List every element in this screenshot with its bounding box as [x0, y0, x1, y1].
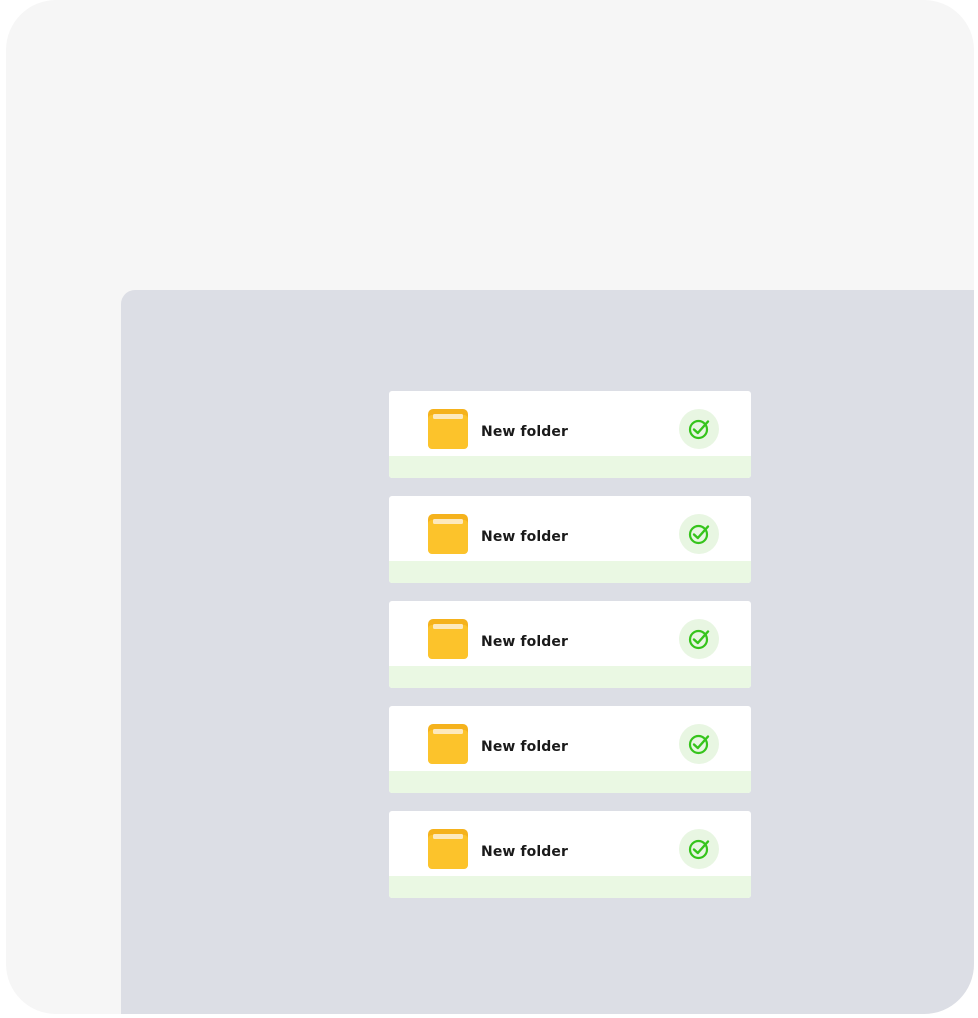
- check-circle-icon: [679, 409, 719, 449]
- check-circle-icon: [679, 514, 719, 554]
- folder-list: New folder New folder New folder New fol…: [389, 391, 751, 916]
- card-footer: [389, 876, 751, 898]
- folder-icon: [428, 619, 468, 659]
- folder-icon: [428, 829, 468, 869]
- check-circle-icon: [679, 724, 719, 764]
- list-item[interactable]: New folder: [389, 391, 751, 478]
- folder-icon: [428, 409, 468, 449]
- folder-name: New folder: [481, 844, 568, 860]
- list-item[interactable]: New folder: [389, 811, 751, 898]
- folder-name: New folder: [481, 529, 568, 545]
- card-footer: [389, 666, 751, 688]
- check-circle-icon: [679, 829, 719, 869]
- folder-name: New folder: [481, 739, 568, 755]
- list-item[interactable]: New folder: [389, 496, 751, 583]
- check-circle-icon: [679, 619, 719, 659]
- folder-icon: [428, 724, 468, 764]
- folder-icon: [428, 514, 468, 554]
- list-item[interactable]: New folder: [389, 706, 751, 793]
- list-item[interactable]: New folder: [389, 601, 751, 688]
- folder-name: New folder: [481, 634, 568, 650]
- card-footer: [389, 561, 751, 583]
- card-footer: [389, 771, 751, 793]
- folder-name: New folder: [481, 424, 568, 440]
- card-footer: [389, 456, 751, 478]
